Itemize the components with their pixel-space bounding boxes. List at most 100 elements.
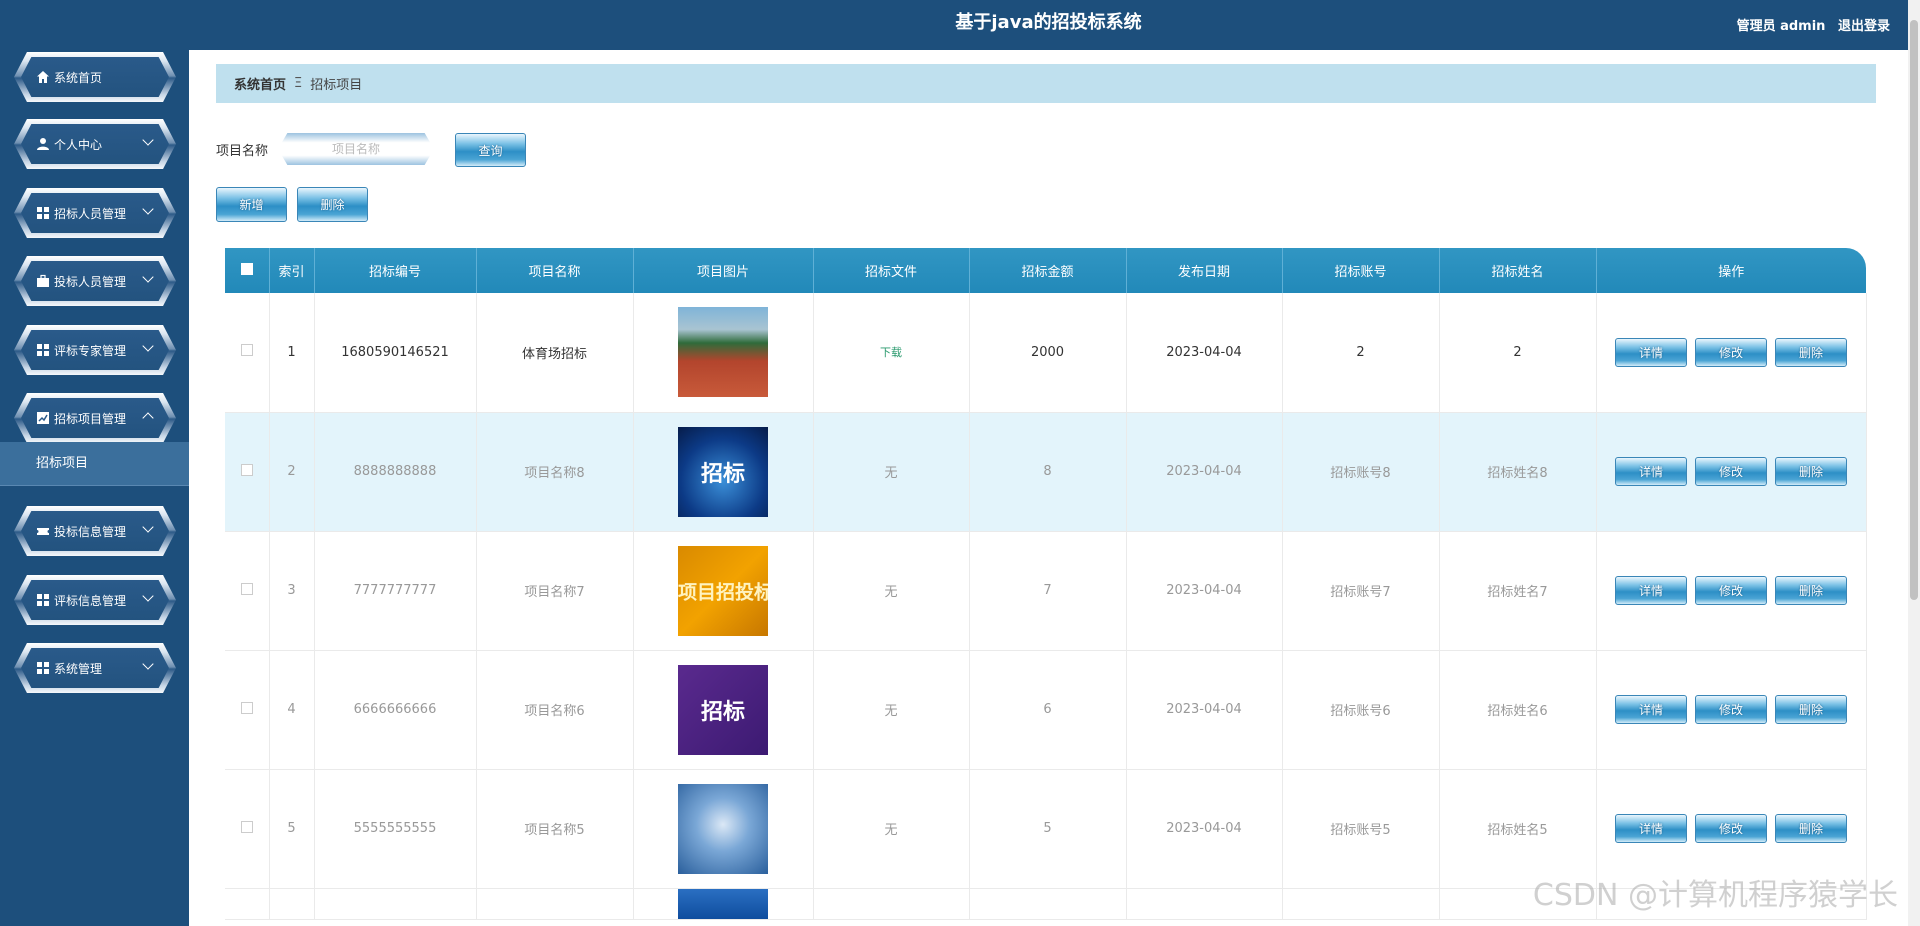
cell-index: 5	[269, 769, 315, 889]
user-area: 管理员 admin 退出登录	[1729, 15, 1890, 34]
cell-name: 项目名称8	[476, 412, 634, 532]
sidebar-item-label: 评标专家管理	[54, 343, 127, 358]
cell-account: 2	[1282, 293, 1440, 413]
edit-button[interactable]: 修改	[1695, 695, 1767, 724]
detail-button[interactable]: 详情	[1615, 695, 1687, 724]
project-image: 项目招投标	[678, 545, 768, 636]
sidebar-item-tenderer[interactable]: 招标人员管理	[14, 188, 176, 238]
detail-button[interactable]: 详情	[1615, 337, 1687, 367]
sidebar-item-label: 投标人员管理	[54, 274, 127, 289]
table-row[interactable]: 2 8888888888 项目名称8 招标 无 8 2023-04-04 招标账…	[225, 412, 1867, 532]
logout-link[interactable]: 退出登录	[1838, 19, 1890, 34]
cell-amount: 2000	[969, 293, 1127, 413]
row-checkbox[interactable]	[240, 820, 253, 833]
table-row[interactable]: 3 7777777777 项目名称7 项目招投标 无 7 2023-04-04 …	[225, 531, 1867, 651]
sidebar-item-bidder[interactable]: 投标人员管理	[14, 256, 176, 306]
column-header: 发布日期	[1126, 248, 1283, 293]
column-header: 招标金额	[969, 248, 1127, 293]
edit-button[interactable]: 修改	[1695, 337, 1767, 367]
cell-file: 无	[813, 650, 970, 770]
row-delete-button[interactable]: 删除	[1775, 337, 1847, 367]
sidebar-item-system[interactable]: 系统管理	[14, 643, 176, 693]
user-label: 管理员 admin	[1736, 19, 1826, 34]
row-delete-button[interactable]: 删除	[1775, 695, 1847, 724]
person-icon	[37, 138, 49, 150]
sidebar-item-label: 个人中心	[54, 137, 103, 152]
row-checkbox[interactable]	[240, 582, 253, 595]
grid-icon	[37, 662, 49, 674]
cell-code: 5555555555	[314, 769, 477, 889]
column-header: 招标姓名	[1439, 248, 1597, 293]
sidebar-item-evaluation[interactable]: 评标信息管理	[14, 575, 176, 625]
cell-amount: 8	[969, 412, 1127, 532]
row-checkbox[interactable]	[240, 463, 253, 476]
cell-person: 招标姓名7	[1439, 531, 1597, 651]
top-bar: 基于java的招投标系统 管理员 admin 退出登录	[189, 0, 1908, 50]
cell-index: 3	[269, 531, 315, 651]
edit-button[interactable]: 修改	[1695, 576, 1767, 605]
project-image	[678, 783, 768, 874]
table-row[interactable]: 4 6666666666 项目名称6 招标 无 6 2023-04-04 招标账…	[225, 650, 1867, 770]
scrollbar[interactable]	[1908, 0, 1920, 926]
edit-button[interactable]: 修改	[1695, 457, 1767, 486]
sidebar-item-label: 系统首页	[54, 70, 103, 85]
sidebar-item-label: 招标人员管理	[54, 206, 127, 221]
cell-date: 2023-04-04	[1126, 412, 1283, 532]
grid-icon	[37, 344, 49, 356]
column-header: 招标账号	[1282, 248, 1440, 293]
row-delete-button[interactable]: 删除	[1775, 457, 1847, 486]
cell-date: 2023-04-04	[1126, 531, 1283, 651]
cell-date: 2023-04-04	[1126, 769, 1283, 889]
download-link[interactable]: 下载	[880, 346, 902, 359]
cell-index: 4	[269, 650, 315, 770]
watermark: CSDN @计算机程序猿学长	[1532, 878, 1898, 913]
image-caption: 项目招投标	[678, 581, 768, 603]
column-header: 招标文件	[813, 248, 970, 293]
cell-code: 6666666666	[314, 650, 477, 770]
breadcrumb-home[interactable]: 系统首页	[234, 74, 286, 93]
cell-index: 2	[269, 412, 315, 532]
cell-person: 2	[1439, 293, 1597, 413]
cell-account: 招标账号7	[1282, 531, 1440, 651]
select-all-checkbox[interactable]	[240, 262, 253, 275]
sidebar-subitem-project[interactable]: 招标项目	[0, 442, 189, 486]
detail-button[interactable]: 详情	[1615, 814, 1687, 843]
select-all-header	[225, 248, 270, 293]
row-delete-button[interactable]: 删除	[1775, 576, 1847, 605]
breadcrumb-separator: Ξ	[294, 76, 303, 91]
sidebar-item-project[interactable]: 招标项目管理	[14, 393, 176, 443]
column-header: 项目图片	[633, 248, 814, 293]
grid-icon	[37, 207, 49, 219]
delete-button[interactable]: 删除	[297, 187, 368, 222]
table-row[interactable]: 1 1680590146521 体育场招标 下载 2000 2023-04-04…	[225, 293, 1867, 413]
scrollbar-thumb[interactable]	[1910, 20, 1918, 600]
edit-button[interactable]: 修改	[1695, 814, 1767, 843]
search-label: 项目名称	[216, 144, 269, 159]
search-input[interactable]	[278, 133, 434, 165]
sidebar-item-expert[interactable]: 评标专家管理	[14, 325, 176, 375]
breadcrumb: 系统首页 Ξ 招标项目	[216, 64, 1876, 103]
cell-name: 项目名称7	[476, 531, 634, 651]
cell-code: 7777777777	[314, 531, 477, 651]
cell-date: 2023-04-04	[1126, 293, 1283, 413]
detail-button[interactable]: 详情	[1615, 576, 1687, 605]
detail-button[interactable]: 详情	[1615, 457, 1687, 486]
table-header-row: 索引 招标编号 项目名称 项目图片 招标文件 招标金额 发布日期 招标账号 招标…	[225, 248, 1866, 293]
sidebar-item-label: 评标信息管理	[54, 593, 127, 608]
cell-name: 项目名称6	[476, 650, 634, 770]
row-checkbox[interactable]	[240, 701, 253, 714]
app-title: 基于java的招投标系统	[955, 12, 1142, 33]
row-delete-button[interactable]: 删除	[1775, 814, 1847, 843]
column-header: 项目名称	[476, 248, 634, 293]
sidebar-item-home[interactable]: 系统首页	[14, 52, 176, 102]
sidebar-item-personal[interactable]: 个人中心	[14, 119, 176, 169]
grid-icon	[37, 594, 49, 606]
row-checkbox[interactable]	[240, 344, 253, 357]
query-button[interactable]: 查询	[455, 133, 526, 167]
cell-name: 项目名称5	[476, 769, 634, 889]
cell-amount: 5	[969, 769, 1127, 889]
sidebar-item-label: 系统管理	[54, 661, 103, 676]
cell-code: 1680590146521	[314, 293, 477, 413]
add-button[interactable]: 新增	[216, 187, 287, 222]
sidebar-item-bid-info[interactable]: 投标信息管理	[14, 506, 176, 556]
